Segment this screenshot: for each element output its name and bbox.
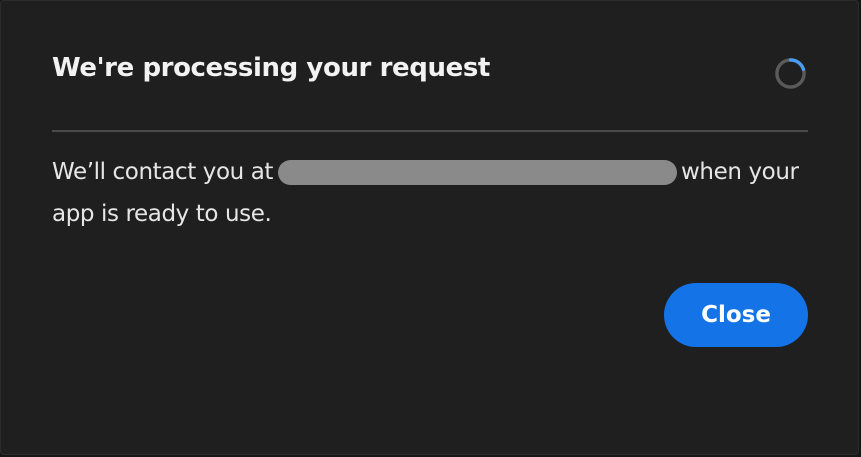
message-line-1: We’ll contact you at when your — [52, 151, 812, 193]
processing-dialog: We're processing your request We’ll cont… — [0, 0, 859, 455]
dialog-divider — [52, 130, 808, 132]
close-button[interactable]: Close — [664, 283, 808, 347]
message-line-2: app is ready to use. — [52, 201, 272, 227]
redacted-email — [278, 160, 678, 185]
spinner-icon — [775, 58, 806, 89]
message-text-after: when your — [681, 159, 799, 185]
dialog-message: We’ll contact you at when your app is rea… — [52, 151, 812, 235]
message-text-before: We’ll contact you at — [52, 159, 274, 185]
dialog-title: We're processing your request — [52, 53, 490, 83]
